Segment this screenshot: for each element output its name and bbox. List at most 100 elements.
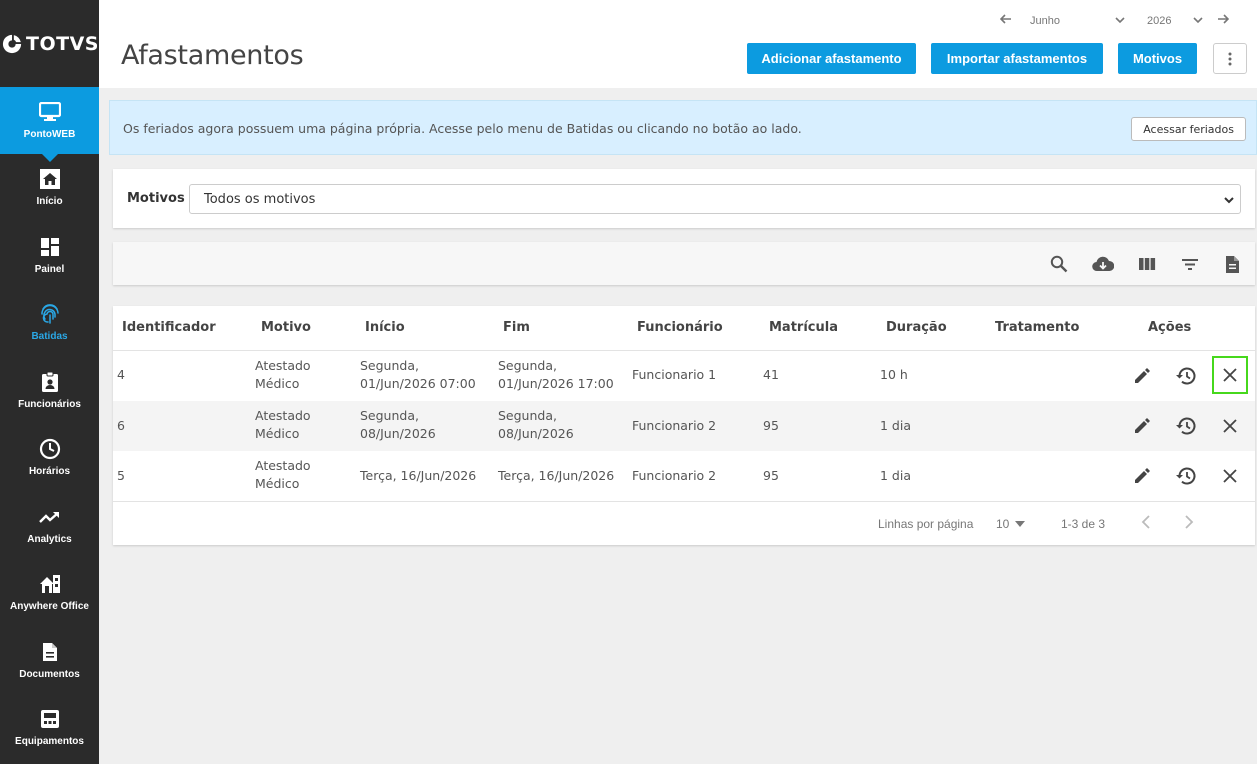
more-vertical-icon [1228,52,1232,65]
logo[interactable]: TOTVS [0,0,99,87]
info-banner: Os feriados agora possuem uma página pró… [109,100,1257,155]
prev-period-button[interactable] [999,14,1012,27]
search-button[interactable] [1048,253,1070,275]
home-icon [39,168,61,190]
columns-button[interactable] [1136,253,1158,275]
cell-matricula: 95 [763,418,779,433]
period-selector: Junho 2026 [999,14,1230,27]
pencil-icon [1135,468,1150,483]
column-header[interactable]: Fim [503,320,530,335]
cell-motivo: Atestado [255,358,311,373]
filter-lines-icon [1182,259,1198,270]
history-button[interactable] [1169,458,1203,494]
year-select[interactable]: 2026 [1147,15,1203,27]
totvs-logo-icon [2,34,22,53]
rows-per-page-label: Linhas por página [878,517,974,531]
add-absence-button[interactable]: Adicionar afastamento [747,43,916,74]
history-button[interactable] [1169,408,1203,444]
chevron-down-icon [1115,17,1125,24]
next-period-button[interactable] [1217,14,1230,27]
column-header[interactable]: Matrícula [769,320,838,335]
sidebar-item-funcionarios[interactable]: Funcionários [0,357,99,425]
month-select[interactable]: Junho [1030,15,1125,27]
close-icon [1223,368,1237,382]
sidebar-item-label: Analytics [27,533,72,545]
sidebar-item-label: Funcionários [18,398,81,410]
cell-inicio: Terça, 16/Jun/2026 [360,468,477,483]
column-header[interactable]: Início [365,320,405,335]
sidebar-item-label: Início [36,196,63,208]
sidebar-item-label: Batidas [31,331,68,343]
cell-fim: 08/Jun/2026 [498,426,574,441]
download-button[interactable] [1092,253,1114,275]
history-button[interactable] [1169,358,1203,394]
document-icon [39,641,61,663]
sidebar-item-inicio[interactable]: Início [0,154,99,222]
page-range: 1-3 de 3 [1061,517,1106,531]
trend-icon [38,506,61,528]
sidebar-item-label: Documentos [19,668,80,680]
device-icon [39,708,61,730]
absences-table: Identificador Motivo Início Fim Funcioná… [113,306,1255,545]
sidebar-item-documentos[interactable]: Documentos [0,627,99,695]
badge-icon [39,371,61,393]
delete-button[interactable] [1212,356,1248,394]
column-header[interactable]: Tratamento [995,320,1079,335]
column-header[interactable]: Identificador [122,320,216,335]
cell-inicio: Segunda, [360,358,419,373]
reason-filter: Motivos Todos os motivos [113,169,1255,228]
filter-button[interactable] [1179,253,1201,275]
close-icon [1223,419,1237,433]
close-icon [1223,469,1237,483]
pencil-icon [1135,418,1150,433]
cell-motivo: Médico [255,376,300,391]
column-header[interactable]: Duração [886,320,947,335]
cell-inicio: Segunda, [360,408,419,423]
page-header: Afastamentos Junho 2026 Adicionar afasta… [99,0,1257,88]
sidebar-item-batidas[interactable]: Batidas [0,289,99,357]
monitor-icon [38,101,61,123]
cell-id: 6 [117,418,125,433]
cell-motivo: Médico [255,476,300,491]
more-options-button[interactable] [1213,43,1247,74]
report-button[interactable] [1221,253,1243,275]
cell-matricula: 95 [763,468,779,483]
edit-button[interactable] [1125,358,1159,394]
sidebar-item-equipamentos[interactable]: Equipamentos [0,694,99,762]
clock-icon [39,438,61,460]
chevron-right-icon [1185,515,1194,529]
column-header[interactable]: Funcionário [637,320,723,335]
chevron-left-icon [1141,515,1150,529]
sidebar-item-horarios[interactable]: Horários [0,424,99,492]
edit-button[interactable] [1125,408,1159,444]
sidebar-item-anywhere-office[interactable]: Anywhere Office [0,559,99,627]
caret-down-icon [1015,521,1026,527]
access-holidays-button[interactable]: Acessar feriados [1131,117,1246,141]
cell-matricula: 41 [763,367,779,382]
rows-per-page-value: 10 [996,517,1010,531]
delete-button[interactable] [1213,408,1247,444]
table-row: 6 Atestado Médico Segunda, 08/Jun/2026 S… [113,401,1255,451]
year-value: 2026 [1147,14,1172,27]
edit-button[interactable] [1125,458,1159,494]
sidebar-item-label: Anywhere Office [10,601,89,613]
history-icon [1176,417,1196,435]
cell-inicio: 01/Jun/2026 07:00 [360,376,476,391]
delete-button[interactable] [1213,458,1247,494]
search-icon [1050,255,1068,273]
column-header[interactable]: Motivo [261,320,311,335]
reasons-button[interactable]: Motivos [1118,43,1197,74]
cell-funcionario: Funcionario 2 [632,418,717,433]
reason-select[interactable]: Todos os motivos [189,184,1241,214]
rows-per-page-select[interactable]: 10 [996,517,1026,531]
sidebar-item-pontoweb[interactable]: PontoWEB [0,87,99,162]
sidebar-item-painel[interactable]: Painel [0,222,99,290]
banner-text: Os feriados agora possuem uma página pró… [123,121,802,136]
cell-id: 4 [117,367,125,382]
prev-page-button[interactable] [1141,515,1151,532]
next-page-button[interactable] [1184,515,1194,532]
pencil-icon [1135,368,1150,383]
month-value: Junho [1030,14,1060,27]
import-absences-button[interactable]: Importar afastamentos [931,43,1103,74]
sidebar-item-analytics[interactable]: Analytics [0,492,99,560]
